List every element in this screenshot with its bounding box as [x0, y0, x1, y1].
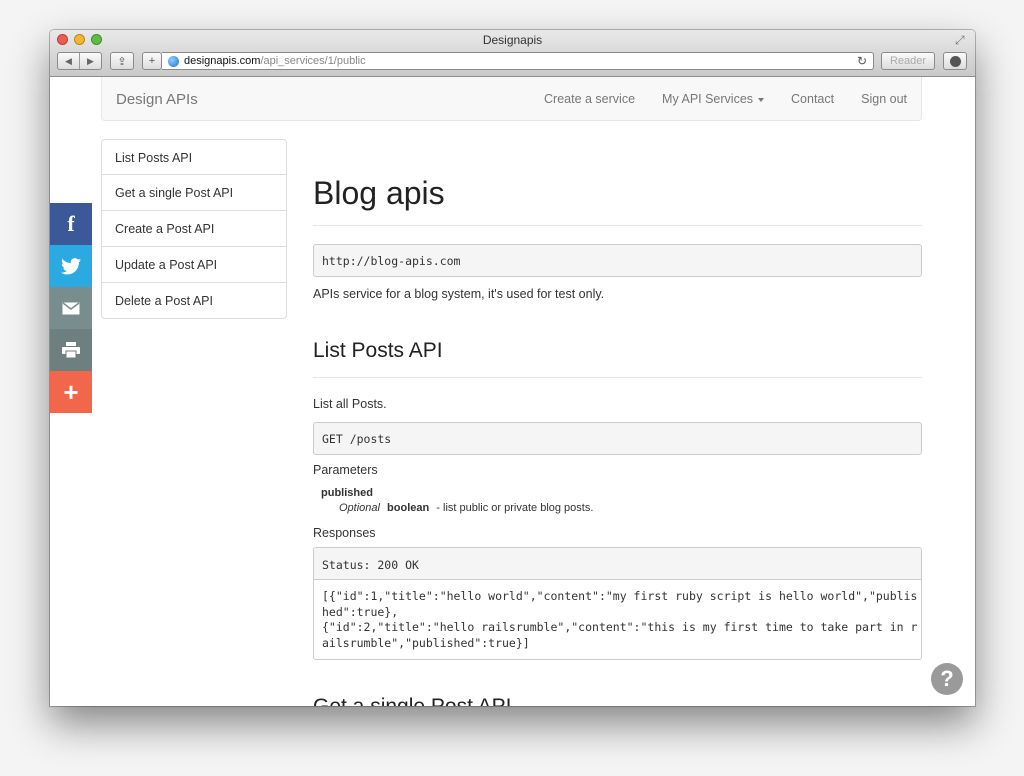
- page-title: Blog apis: [313, 175, 445, 211]
- section-description: List all Posts.: [313, 397, 387, 411]
- globe-icon: [168, 55, 179, 67]
- social-share-bar: f +: [50, 203, 92, 413]
- nav-my-api-services[interactable]: My API Services: [662, 92, 765, 106]
- response-block: Status: 200 OK [{"id":1,"title":"hello w…: [313, 547, 922, 660]
- share-icon[interactable]: ⇪: [110, 52, 134, 70]
- api-sidebar: List Posts API Get a single Post API Cre…: [101, 139, 287, 319]
- twitter-icon[interactable]: [50, 245, 92, 287]
- chevron-down-icon: [758, 97, 765, 102]
- add-bookmark-icon[interactable]: +: [142, 52, 162, 70]
- browser-toolbar: Designapis ⤢ ◀ ▶ ⇪ + designapis.com/api_…: [50, 30, 975, 77]
- base-url-block: http://blog-apis.com: [313, 244, 922, 277]
- param-optional: Optional: [339, 502, 380, 514]
- window-title: Designapis: [482, 33, 543, 47]
- reload-icon[interactable]: ↻: [857, 54, 867, 68]
- nav-my-api-services-label: My API Services: [662, 92, 754, 106]
- nav-create-service[interactable]: Create a service: [544, 92, 635, 106]
- sidebar-item-get-post[interactable]: Get a single Post API: [101, 175, 287, 211]
- address-bar[interactable]: designapis.com/api_services/1/public ↻: [162, 52, 874, 70]
- url-domain: designapis.com: [184, 55, 261, 67]
- brand-link[interactable]: Design APIs: [116, 91, 198, 108]
- sidebar-item-list-posts[interactable]: List Posts API: [101, 139, 287, 175]
- fullscreen-icon[interactable]: ⤢: [955, 33, 969, 47]
- request-block: GET /posts: [313, 422, 922, 455]
- response-status: Status: 200 OK: [314, 548, 921, 580]
- divider: [313, 225, 922, 226]
- nav-contact[interactable]: Contact: [791, 92, 834, 106]
- plus-icon[interactable]: +: [50, 371, 92, 413]
- nav-links: Create a service My API Services Contact…: [517, 77, 907, 121]
- divider: [313, 377, 922, 378]
- help-icon[interactable]: ?: [931, 663, 963, 695]
- next-section-title: Get a single Post API: [313, 695, 511, 706]
- page-viewport: Design APIs Create a service My API Serv…: [50, 77, 975, 706]
- url-path: /api_services/1/public: [260, 55, 366, 67]
- downloads-icon[interactable]: [943, 52, 967, 70]
- param-detail: - list public or private blog posts.: [436, 502, 594, 514]
- param-type: boolean: [387, 502, 430, 514]
- param-description: Optional boolean - list public or privat…: [339, 502, 593, 514]
- email-icon[interactable]: [50, 287, 92, 329]
- sidebar-item-delete-post[interactable]: Delete a Post API: [101, 283, 287, 319]
- reader-button[interactable]: Reader: [881, 52, 935, 70]
- nav-sign-out[interactable]: Sign out: [861, 92, 907, 106]
- sidebar-item-update-post[interactable]: Update a Post API: [101, 247, 287, 283]
- browser-window: Designapis ⤢ ◀ ▶ ⇪ + designapis.com/api_…: [50, 30, 975, 706]
- forward-icon[interactable]: ▶: [79, 53, 101, 69]
- back-icon[interactable]: ◀: [58, 53, 79, 69]
- responses-heading: Responses: [313, 526, 376, 540]
- facebook-icon[interactable]: f: [50, 203, 92, 245]
- sidebar-item-create-post[interactable]: Create a Post API: [101, 211, 287, 247]
- param-name: published: [321, 487, 373, 499]
- top-navbar: Design APIs Create a service My API Serv…: [101, 77, 922, 121]
- section-title: List Posts API: [313, 339, 443, 362]
- parameters-heading: Parameters: [313, 463, 378, 477]
- response-body: [{"id":1,"title":"hello world","content"…: [322, 589, 918, 650]
- service-description: APIs service for a blog system, it's use…: [313, 287, 605, 301]
- print-icon[interactable]: [50, 329, 92, 371]
- back-forward-buttons: ◀ ▶: [57, 52, 102, 70]
